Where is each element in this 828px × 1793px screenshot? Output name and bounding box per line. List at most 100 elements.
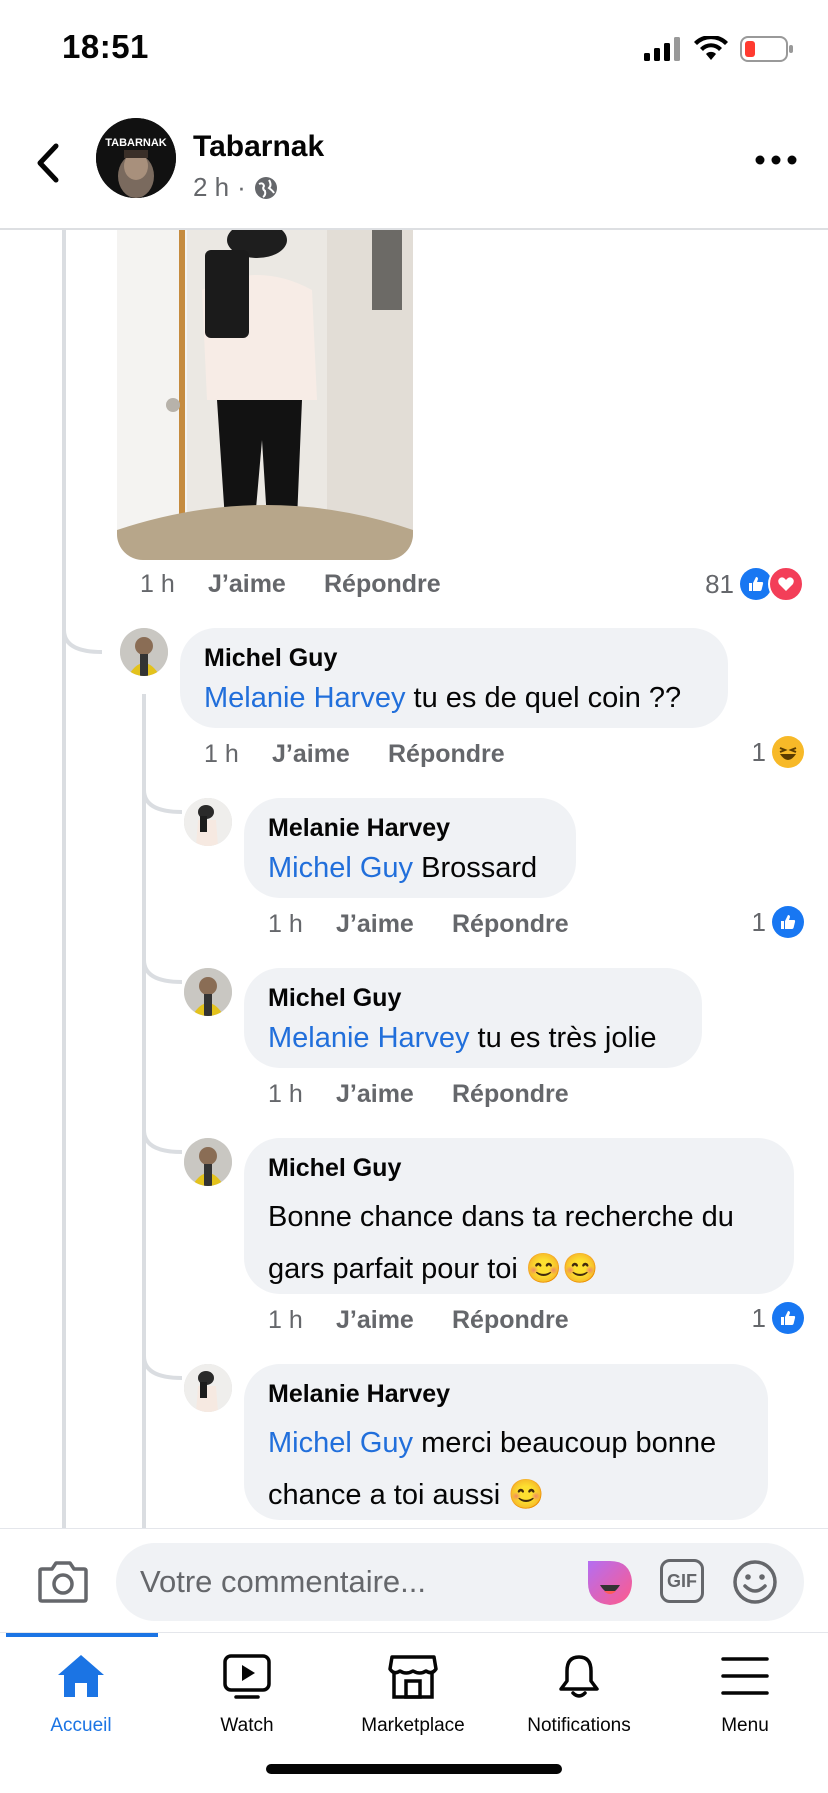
reply-button[interactable]: Répondre xyxy=(452,1306,569,1335)
thread-connector-3 xyxy=(142,1110,183,1154)
home-icon xyxy=(58,1655,104,1697)
comment-photo[interactable] xyxy=(117,230,413,560)
globe-icon xyxy=(254,176,277,199)
like-button[interactable]: J’aime xyxy=(336,1306,452,1335)
comment-time: 1 h xyxy=(268,910,303,938)
nav-watch[interactable]: Watch xyxy=(172,1653,322,1737)
more-options-icon[interactable] xyxy=(754,150,798,170)
reply-button[interactable]: Répondre xyxy=(452,1080,569,1109)
nav-notifications[interactable]: Notifications xyxy=(504,1653,654,1737)
status-time: 18:51 xyxy=(62,28,149,65)
reply-button[interactable]: Répondre xyxy=(388,740,505,769)
like-reaction-icon xyxy=(772,906,804,938)
comment-bubble[interactable]: Melanie Harvey Michel Guy Brossard xyxy=(244,798,576,898)
emoji-icon[interactable] xyxy=(732,1559,778,1605)
nav-watch-label: Watch xyxy=(220,1715,274,1736)
avatar-logo-text: TABARNAK xyxy=(105,137,167,149)
like-reaction-icon xyxy=(772,1302,804,1334)
menu-icon xyxy=(721,1657,769,1695)
comment-composer: Votre commentaire... GIF xyxy=(0,1528,828,1633)
page-avatar[interactable]: TABARNAK xyxy=(96,118,176,198)
photo-comment-meta: 1 h J’aime Répondre xyxy=(140,570,441,599)
commenter-avatar[interactable] xyxy=(184,968,232,1016)
like-button[interactable]: J’aime xyxy=(336,1080,452,1109)
commenter-avatar[interactable] xyxy=(184,798,232,846)
photo-reactions[interactable]: 81 xyxy=(705,566,804,602)
avatar-sticker-icon[interactable] xyxy=(586,1559,634,1607)
battery-icon xyxy=(740,36,793,62)
thread-connector-2 xyxy=(142,940,183,984)
reply-button[interactable]: Répondre xyxy=(452,910,569,939)
active-tab-indicator xyxy=(6,1633,158,1637)
mention-link[interactable]: Melanie Harvey xyxy=(204,682,405,714)
comment-reactions[interactable]: 1 xyxy=(752,736,804,768)
mention-link[interactable]: Michel Guy xyxy=(268,1427,413,1459)
comment-author[interactable]: Melanie Harvey xyxy=(268,814,552,843)
status-icons xyxy=(644,36,794,62)
home-indicator xyxy=(266,1764,562,1774)
watch-icon xyxy=(223,1654,271,1699)
thread-connector-outer xyxy=(62,600,103,654)
commenter-avatar[interactable] xyxy=(184,1138,232,1186)
comment-author[interactable]: Michel Guy xyxy=(268,984,678,1013)
mention-link[interactable]: Melanie Harvey xyxy=(268,1022,469,1054)
reaction-count: 1 xyxy=(751,906,766,937)
comment-bubble[interactable]: Michel Guy Melanie Harvey tu es très jol… xyxy=(244,968,702,1068)
thread-connector-4 xyxy=(142,1336,183,1380)
comment-meta: 1 h J’aime Répondre xyxy=(204,740,505,769)
commenter-avatar[interactable] xyxy=(120,628,168,676)
gif-button[interactable]: GIF xyxy=(660,1559,704,1603)
back-arrow-icon[interactable] xyxy=(26,140,72,186)
post-meta: 2 h · xyxy=(193,172,278,203)
marketplace-icon xyxy=(388,1655,438,1699)
comment-meta: 1 h J’aime Répondre xyxy=(268,910,569,939)
comment-author[interactable]: Michel Guy xyxy=(204,644,704,673)
post-time: 2 h xyxy=(193,172,230,202)
like-button[interactable]: J’aime xyxy=(208,570,324,599)
comment-input-placeholder: Votre commentaire... xyxy=(140,1564,427,1599)
nav-marketplace-label: Marketplace xyxy=(361,1715,465,1736)
comment-author[interactable]: Melanie Harvey xyxy=(268,1380,744,1409)
like-button[interactable]: J’aime xyxy=(336,910,452,939)
wifi-icon xyxy=(694,36,728,60)
nav-home[interactable]: Accueil xyxy=(6,1653,156,1737)
comment-text: tu es de quel coin ?? xyxy=(405,682,682,714)
love-reaction-icon xyxy=(768,566,804,602)
comment-meta: 1 h J’aime Répondre xyxy=(268,1080,569,1109)
comment-reactions[interactable]: 1 xyxy=(752,1302,804,1334)
comment-text: chance a toi aussi 😊 xyxy=(268,1479,545,1511)
like-button[interactable]: J’aime xyxy=(272,740,388,769)
gif-label: GIF xyxy=(667,1570,697,1591)
post-header: TABARNAK Tabarnak 2 h · xyxy=(0,100,828,230)
meta-separator: · xyxy=(237,172,246,202)
comment-author[interactable]: Michel Guy xyxy=(268,1154,770,1183)
comment-reactions[interactable]: 1 xyxy=(752,906,804,938)
comment-text: tu es très jolie xyxy=(469,1022,657,1054)
comment-bubble[interactable]: Melanie Harvey Michel Guy merci beaucoup… xyxy=(244,1364,768,1520)
nav-menu[interactable]: Menu xyxy=(670,1653,820,1737)
nav-marketplace[interactable]: Marketplace xyxy=(338,1653,488,1737)
comment-text: Bonne chance dans ta recherche du gars p… xyxy=(268,1201,734,1285)
comment-input[interactable]: Votre commentaire... GIF xyxy=(116,1543,804,1621)
nav-menu-label: Menu xyxy=(721,1715,769,1736)
comment-text: merci beaucoup bonne xyxy=(413,1427,717,1459)
cellular-signal-icon xyxy=(644,37,680,61)
comment-bubble[interactable]: Michel Guy Melanie Harvey tu es de quel … xyxy=(180,628,728,728)
bell-icon xyxy=(559,1655,599,1698)
nav-home-label: Accueil xyxy=(50,1715,112,1736)
commenter-avatar[interactable] xyxy=(184,1364,232,1412)
comment-meta: 1 h J’aime Répondre xyxy=(268,1306,569,1335)
comment-bubble[interactable]: Michel Guy Bonne chance dans ta recherch… xyxy=(244,1138,794,1294)
comment-time: 1 h xyxy=(268,1080,303,1108)
comment-text: Brossard xyxy=(413,852,538,884)
thread-connector-1 xyxy=(142,770,183,814)
reaction-count: 1 xyxy=(751,736,766,767)
comment-time: 1 h xyxy=(268,1306,303,1334)
comment-time: 1 h xyxy=(140,570,175,598)
camera-icon[interactable] xyxy=(38,1559,88,1603)
mention-link[interactable]: Michel Guy xyxy=(268,852,413,884)
haha-reaction-icon xyxy=(772,736,804,768)
reply-button[interactable]: Répondre xyxy=(324,570,441,599)
page-name[interactable]: Tabarnak xyxy=(193,130,324,164)
reaction-count: 1 xyxy=(751,1302,766,1333)
